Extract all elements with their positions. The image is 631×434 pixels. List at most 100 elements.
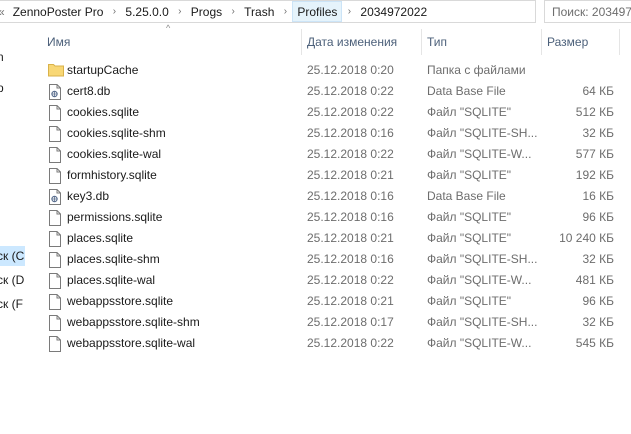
column-divider[interactable]	[541, 29, 542, 55]
file-date-modified: 25.12.2018 0:16	[307, 210, 394, 224]
file-date-modified: 25.12.2018 0:22	[307, 147, 394, 161]
nav-item-drive-d[interactable]: ск (D	[0, 270, 24, 290]
file-name: webappsstore.sqlite-wal	[67, 336, 196, 350]
column-header-type[interactable]: Тип	[423, 29, 541, 55]
column-divider[interactable]	[301, 29, 302, 55]
file-row[interactable]: startupCache 25.12.2018 0:20 Папка с файла…	[28, 60, 631, 81]
breadcrumb-separator-icon[interactable]: ›	[173, 6, 187, 17]
file-size: 32 КБ	[582, 126, 614, 140]
breadcrumb-segment[interactable]: 2034972022	[356, 1, 431, 22]
breadcrumb-separator-icon[interactable]: ›	[342, 6, 356, 17]
file-size: 96 КБ	[582, 294, 614, 308]
file-date-modified: 25.12.2018 0:21	[307, 231, 394, 245]
file-name: webappsstore.sqlite	[67, 294, 174, 308]
breadcrumb-segment[interactable]: Progs	[187, 1, 226, 22]
database-file-icon	[48, 189, 62, 205]
column-divider[interactable]	[619, 29, 620, 55]
search-input[interactable]	[552, 4, 631, 19]
file-row[interactable]: formhistory.sqlite 25.12.2018 0:21 Файл "S…	[28, 165, 631, 186]
file-size: 10 240 КБ	[559, 231, 614, 245]
breadcrumb-segment[interactable]: ZennoPoster Pro	[9, 1, 108, 22]
file-type: Файл "SQLITE-SH...	[427, 126, 537, 140]
file-icon	[48, 252, 62, 268]
overflow-chevron-icon[interactable]: «	[0, 5, 9, 19]
breadcrumb-separator-icon[interactable]: ›	[226, 6, 240, 17]
file-type: Файл "SQLITE"	[427, 105, 512, 119]
file-name: places.sqlite-shm	[67, 252, 160, 266]
file-date-modified: 25.12.2018 0:20	[307, 63, 394, 77]
file-name: formhistory.sqlite	[67, 168, 157, 182]
file-icon	[48, 273, 62, 289]
file-name: places.sqlite-wal	[67, 273, 156, 287]
file-type: Файл "SQLITE"	[427, 168, 512, 182]
nav-item-drive-f[interactable]: ск (F	[0, 294, 23, 314]
breadcrumb-separator-icon[interactable]: ›	[107, 6, 121, 17]
column-divider[interactable]	[421, 29, 422, 55]
file-date-modified: 25.12.2018 0:22	[307, 84, 394, 98]
file-row[interactable]: key3.db 25.12.2018 0:16 Data Base File 16 К…	[28, 186, 631, 207]
file-date-modified: 25.12.2018 0:21	[307, 168, 394, 182]
file-date-modified: 25.12.2018 0:21	[307, 294, 394, 308]
file-icon	[48, 315, 62, 331]
file-row[interactable]: places.sqlite 25.12.2018 0:21 Файл "SQLITE…	[28, 228, 631, 249]
file-row[interactable]: cookies.sqlite 25.12.2018 0:22 Файл "SQLIT…	[28, 102, 631, 123]
file-row[interactable]: places.sqlite-wal 25.12.2018 0:22 Файл "SQ…	[28, 270, 631, 291]
file-date-modified: 25.12.2018 0:22	[307, 105, 394, 119]
file-date-modified: 25.12.2018 0:16	[307, 126, 394, 140]
file-row[interactable]: webappsstore.sqlite-wal 25.12.2018 0:22 Фа…	[28, 333, 631, 354]
file-type: Файл "SQLITE"	[427, 210, 512, 224]
file-date-modified: 25.12.2018 0:22	[307, 273, 394, 287]
file-type: Папка с файлами	[427, 63, 526, 77]
column-header-row: Имя Дата изменения Тип Размер	[28, 29, 631, 55]
file-row[interactable]: cookies.sqlite-shm 25.12.2018 0:16 Файл "S…	[28, 123, 631, 144]
file-type: Файл "SQLITE"	[427, 231, 512, 245]
file-size: 545 КБ	[575, 336, 614, 350]
address-bar[interactable]: « ZennoPoster Pro›5.25.0.0›Progs›Trash›P…	[0, 0, 536, 23]
file-row[interactable]: cookies.sqlite-wal 25.12.2018 0:22 Файл "S…	[28, 144, 631, 165]
file-name: cert8.db	[67, 84, 111, 98]
file-size: 96 КБ	[582, 210, 614, 224]
file-date-modified: 25.12.2018 0:16	[307, 189, 394, 203]
file-size	[543, 60, 614, 81]
file-row[interactable]: webappsstore.sqlite-shm 25.12.2018 0:17 Фа…	[28, 312, 631, 333]
file-row[interactable]: places.sqlite-shm 25.12.2018 0:16 Файл "SQ…	[28, 249, 631, 270]
file-name: places.sqlite	[67, 231, 134, 245]
file-name: cookies.sqlite-shm	[67, 126, 166, 140]
breadcrumb-separator-icon[interactable]: ›	[278, 6, 292, 17]
file-list-view[interactable]: ^ Имя Дата изменения Тип Размер startupC…	[28, 23, 631, 434]
file-icon	[48, 168, 62, 184]
file-size: 481 КБ	[575, 273, 614, 287]
file-name: cookies.sqlite	[67, 105, 140, 119]
file-name: cookies.sqlite-wal	[67, 147, 162, 161]
file-size: 32 КБ	[582, 252, 614, 266]
file-type: Файл "SQLITE"	[427, 294, 512, 308]
file-type: Файл "SQLITE-SH...	[427, 252, 537, 266]
file-icon	[48, 105, 62, 121]
column-header-date[interactable]: Дата изменения	[303, 29, 421, 55]
nav-item[interactable]: р	[0, 78, 4, 98]
file-row[interactable]: cert8.db 25.12.2018 0:22 Data Base File 64 …	[28, 81, 631, 102]
nav-item-drive-c[interactable]: ск (C	[0, 246, 25, 266]
file-icon	[48, 336, 62, 352]
file-size: 192 КБ	[575, 168, 614, 182]
breadcrumb-segment[interactable]: 5.25.0.0	[121, 1, 172, 22]
file-type: Файл "SQLITE-W...	[427, 273, 532, 287]
file-row[interactable]: webappsstore.sqlite 25.12.2018 0:21 Файл "…	[28, 291, 631, 312]
file-icon	[48, 126, 62, 142]
breadcrumb-segment[interactable]: Profiles	[292, 1, 343, 22]
file-name: webappsstore.sqlite-shm	[67, 315, 200, 329]
column-header-size[interactable]: Размер	[543, 29, 619, 55]
file-icon	[48, 147, 62, 163]
column-header-name[interactable]: Имя	[43, 29, 301, 55]
file-size: 577 КБ	[575, 147, 614, 161]
breadcrumb-segment[interactable]: Trash	[240, 1, 278, 22]
search-box[interactable]	[544, 0, 631, 23]
navigation-pane[interactable]: n р ск (C ск (D ск (F	[0, 24, 28, 434]
file-row[interactable]: permissions.sqlite 25.12.2018 0:16 Файл "S…	[28, 207, 631, 228]
nav-item[interactable]: n	[0, 47, 4, 67]
file-icon	[48, 210, 62, 226]
file-size: 32 КБ	[582, 315, 614, 329]
file-type: Файл "SQLITE-SH...	[427, 315, 537, 329]
file-type: Data Base File	[427, 189, 506, 203]
file-name: key3.db	[67, 189, 110, 203]
